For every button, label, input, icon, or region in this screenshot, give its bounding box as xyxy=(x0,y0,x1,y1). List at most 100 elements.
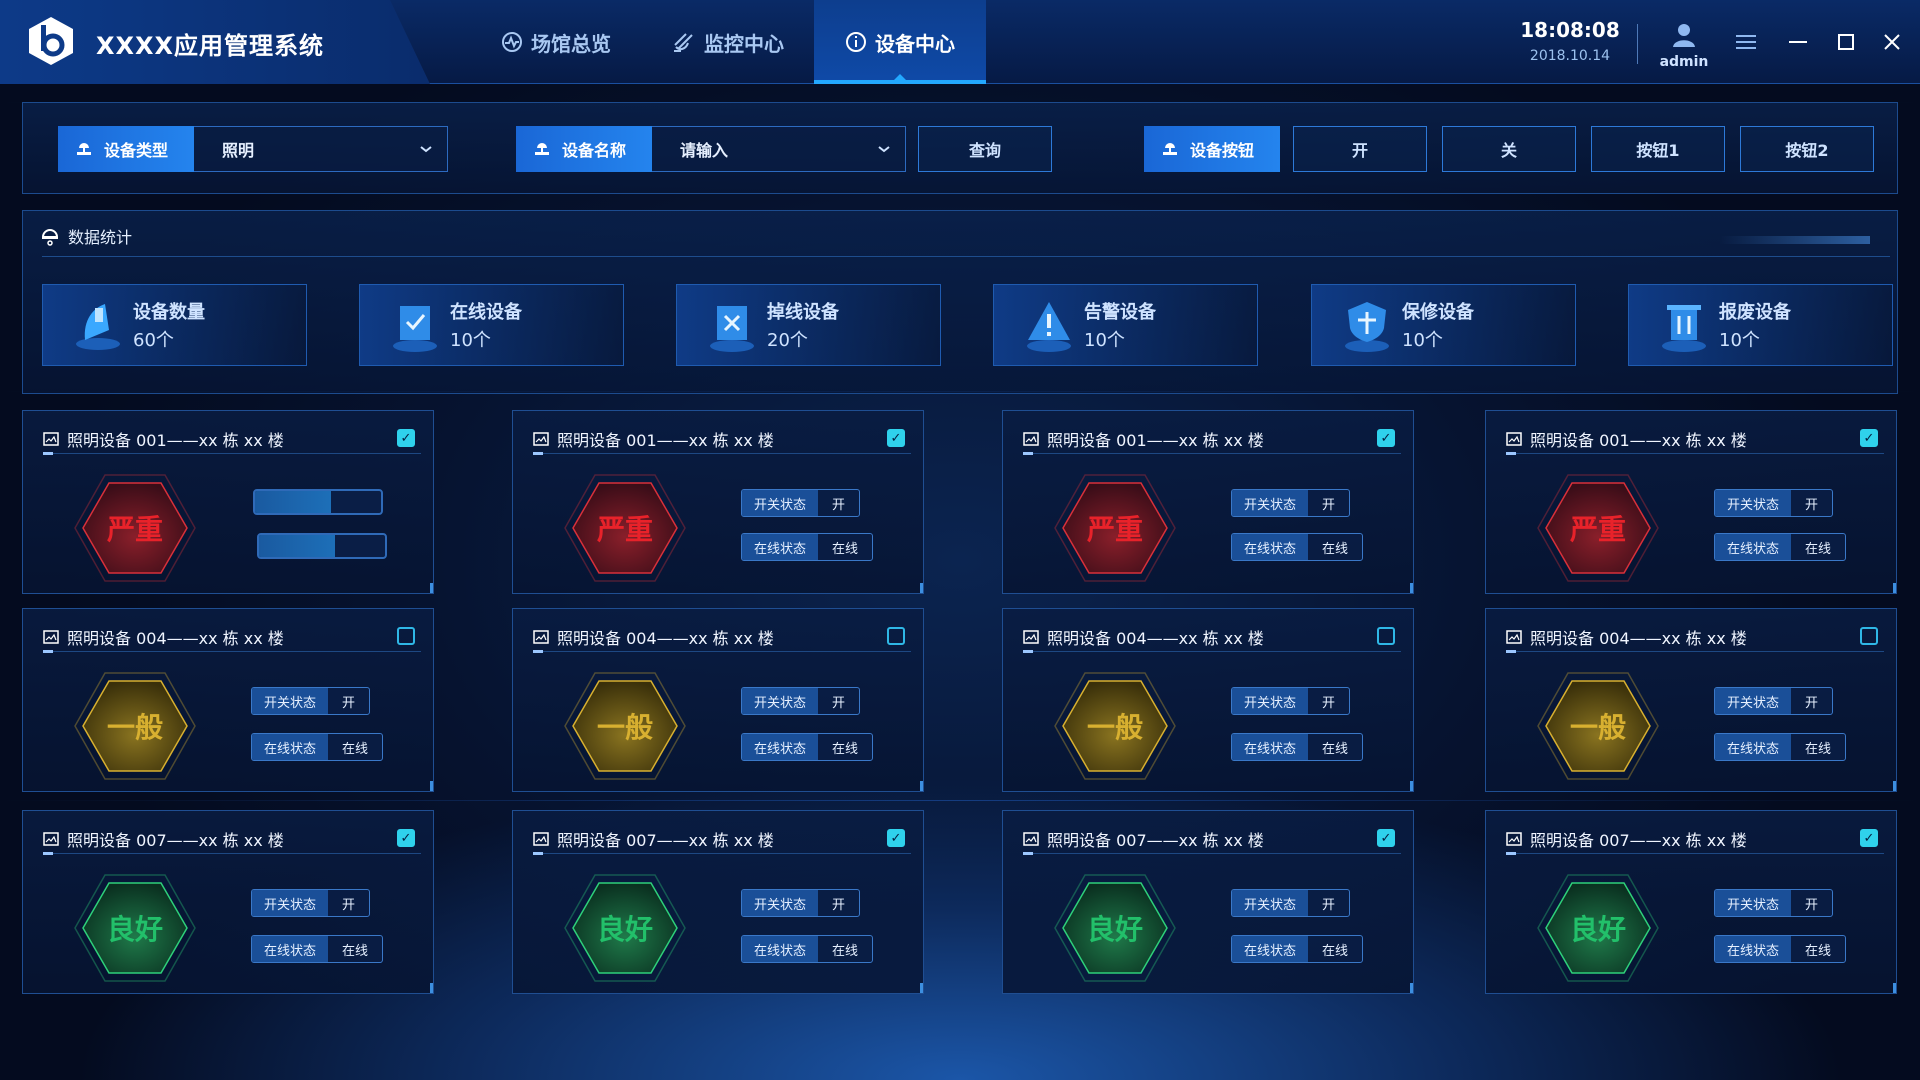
switch-status-label: 开关状态 xyxy=(1715,890,1792,916)
device-select-checkbox[interactable]: ✓ xyxy=(887,829,905,847)
image-icon xyxy=(1506,832,1522,846)
stat-warranty-devices-value: 10个 xyxy=(1402,330,1443,351)
header-divider xyxy=(1637,24,1638,64)
image-icon xyxy=(1023,832,1039,846)
close-button[interactable] xyxy=(1878,28,1906,56)
card-corner-deco xyxy=(1405,583,1413,593)
device-card-divider xyxy=(533,650,911,653)
device-card[interactable]: 照明设备 001——xx 栋 xx 楼 ✓ 严重 开关状态 开 在线状态 在线 xyxy=(1485,410,1897,594)
header-bar: XXXX应用管理系统 场馆总览 监控中心 设备中心 18:08:08 2018.… xyxy=(0,0,1920,84)
image-icon xyxy=(1506,432,1522,446)
online-status-value: 在线 xyxy=(342,943,369,959)
device-select-checkbox[interactable]: ✓ xyxy=(887,429,905,447)
device-select-checkbox[interactable]: ✓ xyxy=(1377,829,1395,847)
device-card-divider xyxy=(1506,852,1884,855)
device-name-placeholder: 请输入 xyxy=(680,141,729,160)
device-card-divider xyxy=(533,852,911,855)
device-type-label-box: 设备类型 xyxy=(58,126,194,172)
status-hexagon: 严重 xyxy=(1536,473,1660,583)
device-card-divider xyxy=(533,452,911,455)
online-status-label: 在线状态 xyxy=(742,734,819,760)
device-name-label-box: 设备名称 xyxy=(516,126,652,172)
query-button[interactable]: 查询 xyxy=(918,126,1052,172)
card-corner-deco xyxy=(1888,583,1896,593)
device-card[interactable]: 照明设备 004——xx 栋 xx 楼 一般 开关状态 开 在线状态 在线 xyxy=(512,608,924,792)
minimize-button[interactable] xyxy=(1784,28,1812,56)
online-status-pill: 在线状态 在线 xyxy=(741,935,874,963)
status-level-text: 一般 xyxy=(596,711,653,744)
device-select-checkbox[interactable]: ✓ xyxy=(397,829,415,847)
device-card[interactable]: 照明设备 004——xx 栋 xx 楼 一般 开关状态 开 在线状态 在线 xyxy=(1002,608,1414,792)
image-icon xyxy=(533,630,549,644)
user-menu[interactable]: admin xyxy=(1656,22,1712,70)
tab-device-center[interactable]: 设备中心 xyxy=(814,0,986,84)
switch-status-pill: 开关状态 开 xyxy=(1231,889,1351,917)
device-select-checkbox[interactable]: ✓ xyxy=(1860,829,1878,847)
warranty-device-icon xyxy=(1345,302,1389,352)
online-status-pill: 在线状态 在线 xyxy=(1714,533,1847,561)
on-button[interactable]: 开 xyxy=(1293,126,1427,172)
online-status-value: 在线 xyxy=(832,541,859,557)
switch-status-pill: 开关状态 开 xyxy=(1231,489,1351,517)
status-hexagon: 一般 xyxy=(73,671,197,781)
lamp-icon xyxy=(535,143,549,155)
online-status-label: 在线状态 xyxy=(742,936,819,962)
device-card-divider xyxy=(43,852,421,855)
button2[interactable]: 按钮2 xyxy=(1740,126,1874,172)
button1[interactable]: 按钮1 xyxy=(1591,126,1725,172)
stat-online-devices-label: 在线设备 xyxy=(450,302,522,323)
tab-monitor-center-label: 监控中心 xyxy=(704,31,784,56)
device-type-select[interactable]: 设备类型 照明 xyxy=(58,126,448,172)
stat-alarm-devices-label: 告警设备 xyxy=(1084,302,1156,323)
online-status-label: 在线状态 xyxy=(252,936,329,962)
device-card[interactable]: 照明设备 001——xx 栋 xx 楼 ✓ 严重 开关状态 开 在线状态 在线 xyxy=(1002,410,1414,594)
device-type-value-box[interactable]: 照明 xyxy=(194,126,448,172)
online-status-label: 在线状态 xyxy=(1715,936,1792,962)
device-select-checkbox[interactable]: ✓ xyxy=(1377,429,1395,447)
tab-venue-overview-label: 场馆总览 xyxy=(531,31,611,56)
device-card[interactable]: 照明设备 004——xx 栋 xx 楼 一般 开关状态 开 在线状态 在线 xyxy=(1485,608,1897,792)
device-card[interactable]: 照明设备 004——xx 栋 xx 楼 一般 开关状态 开 在线状态 在线 xyxy=(22,608,434,792)
tab-venue-overview[interactable]: 场馆总览 xyxy=(470,0,642,84)
card-corner-deco xyxy=(425,983,433,993)
device-name-select[interactable]: 设备名称 请输入 xyxy=(516,126,906,172)
lamp-icon xyxy=(77,143,91,155)
tab-monitor-center[interactable]: 监控中心 xyxy=(642,0,814,84)
switch-status-value: 开 xyxy=(1322,497,1336,513)
pulse-icon xyxy=(502,32,522,52)
off-button[interactable]: 关 xyxy=(1442,126,1576,172)
device-select-checkbox[interactable] xyxy=(887,627,905,645)
main-nav: 场馆总览 监控中心 设备中心 xyxy=(470,0,986,84)
status-level-text: 严重 xyxy=(106,513,163,546)
device-select-checkbox[interactable] xyxy=(1377,627,1395,645)
status-level-text: 严重 xyxy=(1086,513,1143,546)
device-card[interactable]: 照明设备 007——xx 栋 xx 楼 ✓ 良好 开关状态 开 在线状态 在线 xyxy=(1485,810,1897,994)
online-status-bar xyxy=(257,533,387,559)
switch-status-label: 开关状态 xyxy=(742,890,819,916)
switch-status-value: 开 xyxy=(1805,497,1819,513)
switch-status-label: 开关状态 xyxy=(742,688,819,714)
device-count-icon xyxy=(76,304,120,350)
online-status-value: 在线 xyxy=(1805,741,1832,757)
device-card[interactable]: 照明设备 007——xx 栋 xx 楼 ✓ 良好 开关状态 开 在线状态 在线 xyxy=(1002,810,1414,994)
device-name-input[interactable]: 请输入 xyxy=(652,126,906,172)
stats-deco-bar xyxy=(1720,236,1870,244)
device-select-checkbox[interactable] xyxy=(1860,627,1878,645)
cloud-bell-icon xyxy=(41,229,59,246)
image-icon xyxy=(43,630,59,644)
tab-device-center-label: 设备中心 xyxy=(875,31,955,56)
device-card[interactable]: 照明设备 007——xx 栋 xx 楼 ✓ 良好 开关状态 开 在线状态 在线 xyxy=(22,810,434,994)
device-name-label: 设备名称 xyxy=(562,141,627,160)
menu-button[interactable] xyxy=(1732,28,1760,56)
device-card[interactable]: 照明设备 001——xx 栋 xx 楼 ✓ 严重 开关状态 开 在线状态 在线 xyxy=(512,410,924,594)
device-select-checkbox[interactable]: ✓ xyxy=(397,429,415,447)
device-select-checkbox[interactable]: ✓ xyxy=(1860,429,1878,447)
device-card[interactable]: 照明设备 007——xx 栋 xx 楼 ✓ 良好 开关状态 开 在线状态 在线 xyxy=(512,810,924,994)
switch-status-pill: 开关状态 开 xyxy=(251,889,371,917)
maximize-button[interactable] xyxy=(1832,28,1860,56)
status-level-text: 良好 xyxy=(1086,913,1143,946)
device-select-checkbox[interactable] xyxy=(397,627,415,645)
device-card[interactable]: 照明设备 001——xx 栋 xx 楼 ✓ 严重 xyxy=(22,410,434,594)
switch-status-label: 开关状态 xyxy=(252,890,329,916)
switch-status-label: 开关状态 xyxy=(252,688,329,714)
